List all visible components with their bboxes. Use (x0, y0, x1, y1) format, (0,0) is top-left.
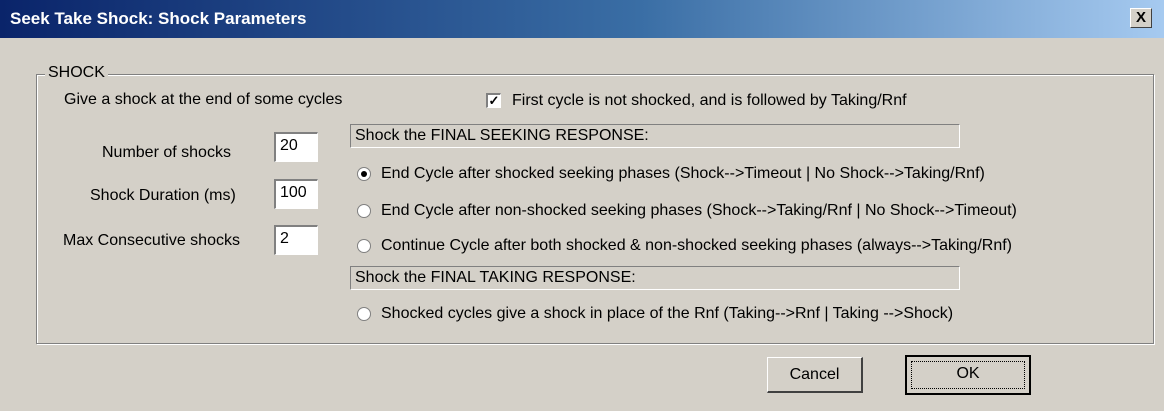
seeking-option-3-label: Continue Cycle after both shocked & non-… (381, 237, 1012, 254)
ok-button[interactable]: OK (905, 355, 1031, 395)
shock-duration-input[interactable]: 100 (274, 179, 318, 209)
max-consecutive-label: Max Consecutive shocks (63, 232, 240, 249)
number-of-shocks-input[interactable]: 20 (274, 132, 318, 162)
seeking-option-2-label: End Cycle after non-shocked seeking phas… (381, 202, 1017, 219)
shock-group-label: SHOCK (45, 64, 108, 82)
max-consecutive-input[interactable]: 2 (274, 225, 318, 255)
title-bar[interactable]: Seek Take Shock: Shock Parameters X (0, 0, 1164, 38)
ok-button-label: OK (911, 361, 1025, 389)
number-of-shocks-label: Number of shocks (102, 144, 231, 161)
radio-seeking-option-3[interactable] (357, 239, 371, 253)
taking-response-header: Shock the FINAL TAKING RESPONSE: (350, 266, 960, 290)
close-icon: X (1135, 9, 1146, 26)
shock-description: Give a shock at the end of some cycles (64, 91, 343, 108)
radio-seeking-option-2[interactable] (357, 204, 371, 218)
close-button[interactable]: X (1130, 8, 1152, 28)
radio-taking-option-1[interactable] (357, 307, 371, 321)
first-cycle-label: First cycle is not shocked, and is follo… (512, 92, 907, 109)
seeking-response-header: Shock the FINAL SEEKING RESPONSE: (350, 124, 960, 148)
first-cycle-checkbox[interactable]: ✓ (486, 93, 501, 108)
window-title: Seek Take Shock: Shock Parameters (10, 9, 307, 28)
radio-selected-dot (361, 171, 367, 177)
cancel-button[interactable]: Cancel (767, 357, 863, 393)
shock-duration-label: Shock Duration (ms) (90, 187, 236, 204)
checkmark-icon: ✓ (488, 93, 500, 108)
seeking-option-1-label: End Cycle after shocked seeking phases (… (381, 165, 985, 182)
taking-option-1-label: Shocked cycles give a shock in place of … (381, 305, 954, 322)
radio-seeking-option-1[interactable] (357, 167, 371, 181)
